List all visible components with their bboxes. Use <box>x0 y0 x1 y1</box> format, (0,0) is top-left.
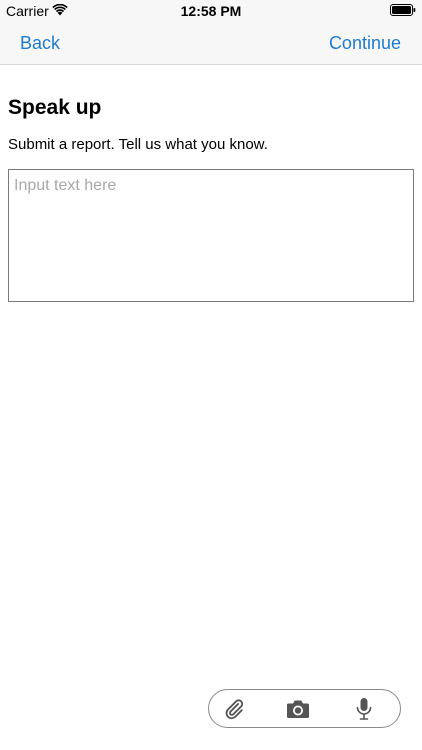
attach-file-button[interactable] <box>221 697 247 721</box>
page-subtitle: Submit a report. Tell us what you know. <box>8 136 268 153</box>
status-time: 12:58 PM <box>180 3 242 19</box>
attachment-toolbar <box>208 689 401 728</box>
paperclip-icon <box>225 699 244 720</box>
back-button[interactable]: Back <box>20 32 60 54</box>
microphone-button[interactable] <box>351 697 377 721</box>
page-title: Speak up <box>8 96 102 119</box>
continue-button[interactable]: Continue <box>329 32 401 54</box>
microphone-icon <box>356 698 372 720</box>
battery-icon <box>390 4 416 16</box>
camera-icon <box>287 700 309 718</box>
report-text-input[interactable] <box>8 169 414 302</box>
camera-button[interactable] <box>285 697 311 721</box>
status-bar: Carrier 12:58 PM <box>0 0 422 22</box>
navigation-bar: Back Continue <box>0 22 422 65</box>
